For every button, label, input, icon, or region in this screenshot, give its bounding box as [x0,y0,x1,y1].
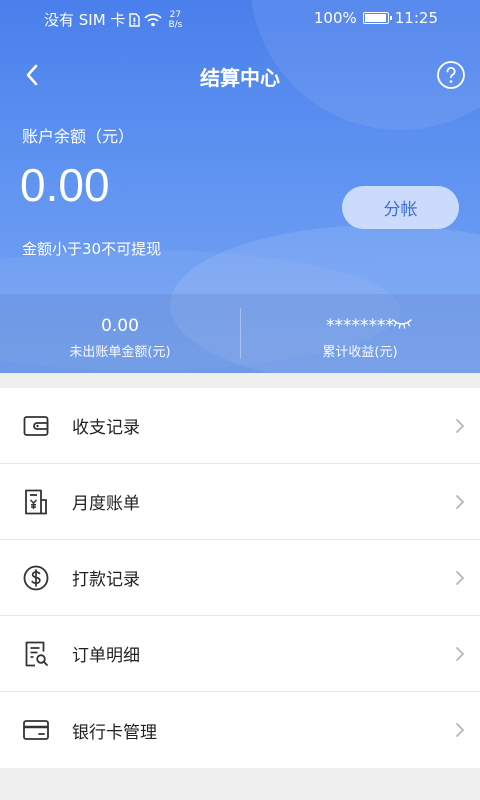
balance-label: 账户余额（元） [22,127,135,146]
wallet-icon [21,411,51,441]
total-earnings-stat[interactable]: ******** 累计收益(元) [240,294,480,373]
menu-item-label: 打款记录 [72,570,140,590]
chevron-right-icon [456,418,464,433]
bank-card-icon [21,715,51,745]
total-earnings-value: ******** [326,316,394,336]
menu-item-bank-cards[interactable]: 银行卡管理 [0,692,480,768]
header-panel: 没有 SIM 卡 27 B/s 100% 11:25 结算中心 账户余额（元） … [0,0,480,373]
split-button[interactable]: 分帐 [342,186,459,229]
menu-item-payout-records[interactable]: 打款记录 [0,540,480,616]
unbilled-amount-label: 未出账单金额(元) [69,345,171,360]
chevron-right-icon [456,723,464,737]
total-earnings-label: 累计收益(元) [322,345,398,360]
stats-bar: 0.00 未出账单金额(元) ******** 累计收益(元) [0,294,480,373]
status-left: 没有 SIM 卡 27 B/s [44,9,182,30]
chevron-right-icon [456,494,464,509]
menu-item-label: 银行卡管理 [72,722,157,743]
menu-item-label: 订单明细 [72,646,140,666]
sim-icon [129,12,141,27]
battery-percent: 100% [313,9,357,27]
menu-item-label: 月度账单 [72,494,140,514]
withdraw-note: 金额小于30不可提现 [22,240,162,258]
unbilled-amount-stat: 0.00 未出账单金额(元) [0,294,240,373]
menu-item-monthly-bill[interactable]: 月度账单 [0,464,480,540]
nav-bar: 结算中心 [0,52,480,98]
wifi-icon [144,13,163,26]
bill-icon [21,487,51,517]
chevron-right-icon [456,570,464,585]
question-circle-icon[interactable] [436,60,466,90]
clock: 11:25 [394,9,438,27]
status-bar: 没有 SIM 卡 27 B/s 100% 11:25 [0,0,480,36]
balance-value: 0.00 [20,159,110,211]
menu-item-transactions[interactable]: 收支记录 [0,388,480,464]
eye-closed-icon[interactable] [391,316,413,330]
menu-item-order-details[interactable]: 订单明细 [0,616,480,692]
unbilled-amount-value: 0.00 [101,316,139,336]
status-right: 100% 11:25 [314,9,438,27]
chevron-right-icon [456,646,464,661]
page-title: 结算中心 [200,66,280,90]
menu-list: 收支记录 月度账单 打款记录 订单明细 银行卡管理 [0,388,480,768]
battery-icon [362,12,392,24]
carrier-text: 没有 SIM 卡 [44,11,126,29]
dollar-circle-icon [21,563,51,593]
network-speed: 27 B/s [168,9,183,30]
menu-item-label: 收支记录 [72,418,140,438]
order-search-icon [21,639,51,669]
